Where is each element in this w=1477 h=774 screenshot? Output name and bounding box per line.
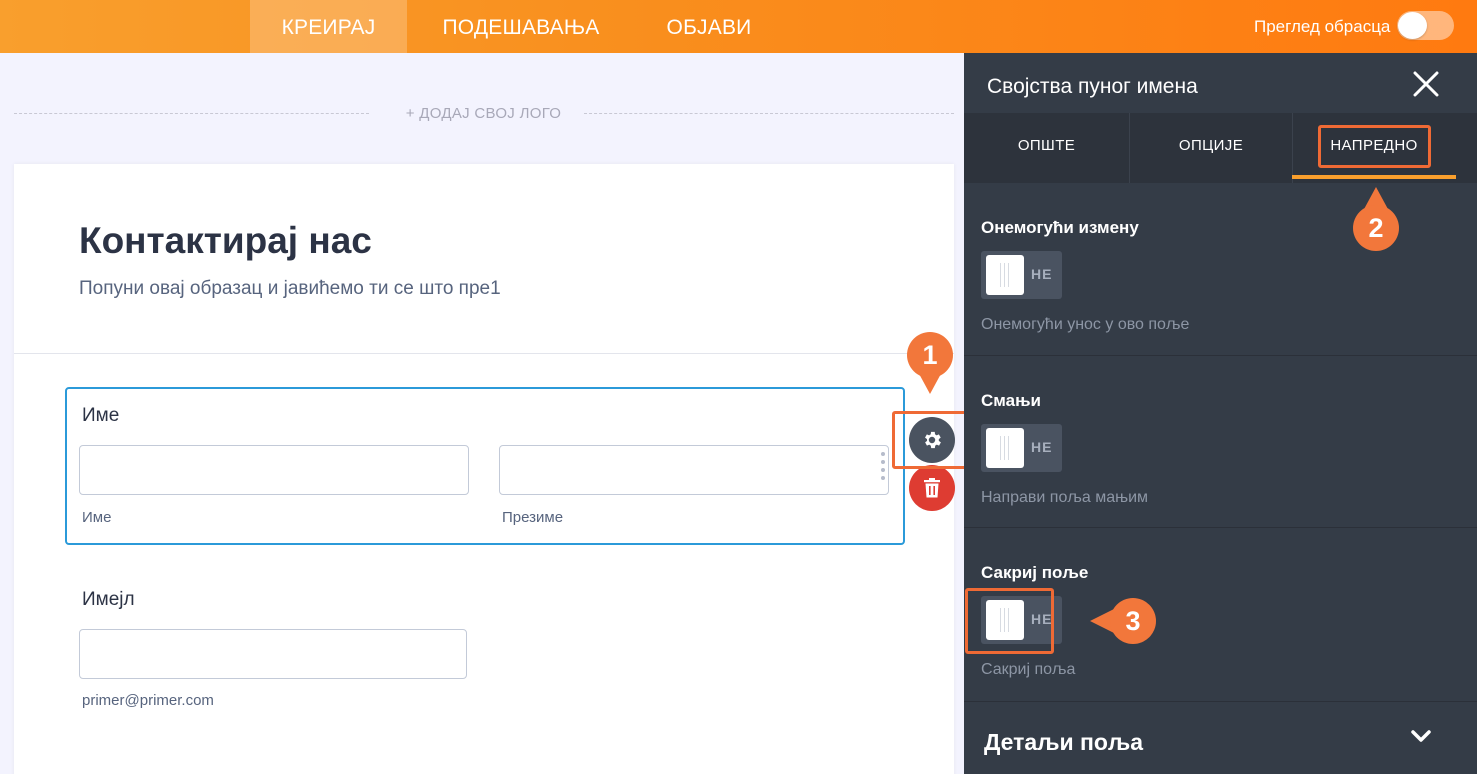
toggle-state: НЕ: [1031, 266, 1053, 282]
disable-edit-toggle[interactable]: НЕ: [981, 251, 1062, 299]
panel-header: Својства пуног имена: [964, 53, 1477, 113]
shrink-title: Смањи: [981, 391, 1041, 410]
last-name-sublabel: Презиме: [502, 509, 564, 526]
shrink-toggle[interactable]: НЕ: [981, 424, 1062, 472]
toggle-knob: [1398, 12, 1427, 39]
shrink-description: Направи поља мањим: [981, 489, 1149, 506]
hide-field-title: Сакриј поље: [981, 563, 1089, 582]
add-logo-button[interactable]: + ДОДАЈ СВОЈ ЛОГО: [383, 105, 584, 122]
panel-title: Својства пуног имена: [987, 75, 1198, 98]
form-subtitle[interactable]: Попуни овај образац и јавићемо ти се што…: [79, 278, 501, 300]
field-details-title[interactable]: Детаљи поља: [984, 729, 1143, 756]
chevron-down-icon[interactable]: [1410, 728, 1432, 744]
resize-handle-icon[interactable]: [881, 452, 885, 484]
toggle-knob: [986, 428, 1024, 468]
header-divider: [14, 353, 954, 354]
disable-edit-title: Онемогући измену: [981, 218, 1139, 237]
email-field-label: Имејл: [82, 589, 135, 610]
name-field-label: Име: [82, 405, 120, 426]
marker-3: 3: [1090, 598, 1156, 644]
hide-field-toggle-highlight: [965, 588, 1054, 654]
disable-edit-section: Онемогући измену НЕ Онемогући унос у ово…: [964, 183, 1477, 356]
marker-2: 2: [1353, 187, 1399, 251]
marker-3-label: 3: [1125, 606, 1141, 636]
email-input[interactable]: [79, 629, 467, 679]
marker-1-label: 1: [922, 340, 938, 370]
marker-1: 1: [907, 332, 953, 394]
trash-icon: [924, 478, 940, 498]
advanced-tab-highlight: [1318, 125, 1431, 168]
first-name-input[interactable]: [79, 445, 469, 495]
tab-settings[interactable]: ПОДЕШАВАЊА: [424, 0, 618, 53]
toggle-knob: [986, 255, 1024, 295]
email-sublabel: primer@primer.com: [82, 692, 214, 709]
delete-field-button[interactable]: [909, 465, 955, 511]
close-icon[interactable]: [1413, 71, 1439, 97]
tab-general[interactable]: ОПШТЕ: [964, 113, 1129, 179]
active-tab-underline: [1292, 175, 1456, 179]
last-name-input[interactable]: [499, 445, 889, 495]
first-name-sublabel: Име: [82, 509, 112, 526]
tab-create[interactable]: КРЕИРАЈ: [250, 0, 407, 53]
tab-publish[interactable]: ОБЈАВИ: [652, 0, 766, 53]
form-title[interactable]: Контактирај нас: [79, 220, 372, 262]
form-preview-label: Преглед обрасца: [1254, 17, 1391, 36]
logo-divider-left: [14, 113, 369, 114]
top-navigation-bar: КРЕИРАЈ ПОДЕШАВАЊА ОБЈАВИ Преглед обрасц…: [0, 0, 1477, 53]
tab-options[interactable]: ОПЦИЈЕ: [1130, 113, 1292, 179]
hide-field-description: Сакриј поља: [981, 661, 1076, 678]
toggle-state: НЕ: [1031, 439, 1053, 455]
shrink-section: Смањи НЕ Направи поља мањим: [964, 356, 1477, 528]
marker-2-label: 2: [1368, 213, 1384, 243]
form-preview-toggle[interactable]: [1397, 11, 1454, 40]
gear-highlight: [892, 411, 973, 469]
disable-edit-description: Онемогући унос у ово поље: [981, 316, 1190, 333]
logo-divider-right: [584, 113, 954, 114]
